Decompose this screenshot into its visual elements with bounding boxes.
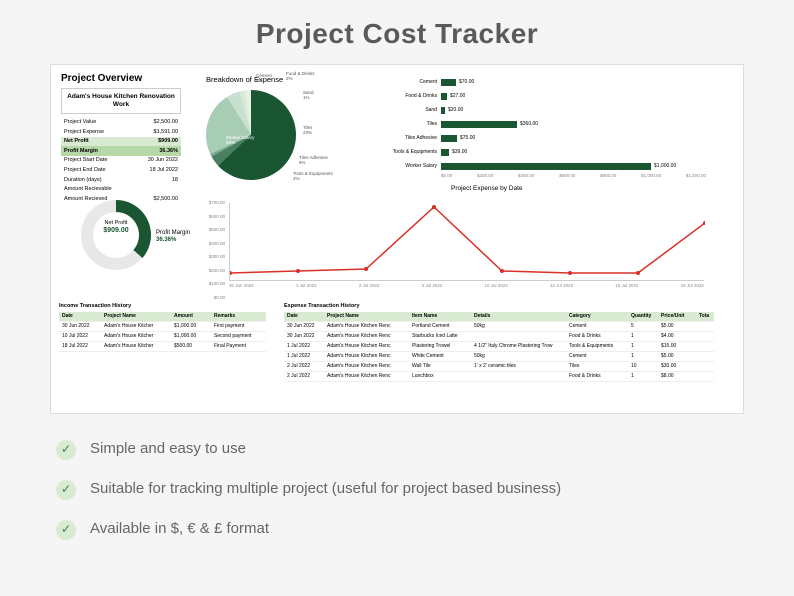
bar-row: Tools & Equipments$39.00 [381,145,711,159]
pie-label: Sand1% [303,90,314,101]
check-icon: ✓ [56,520,76,540]
table-row: 30 Jun 2022Adam's House Kitcher$1,000.00… [59,322,266,332]
feature-item: ✓Suitable for tracking multiple project … [56,478,744,500]
table-row: 1 Jul 2022Adam's House Kitchen RencPlast… [284,342,714,352]
pie-label: Worker Salary63% [226,135,254,146]
income-table: Income Transaction History DateProject N… [59,303,266,382]
bar-row: Tiles Adhesive$75.00 [381,131,711,145]
profit-margin-label: Profit Margin36.36% [156,230,190,244]
table-header: DateProject NameAmountRemarks [59,312,266,322]
feature-list: ✓Simple and easy to use ✓Suitable for tra… [50,438,744,540]
table-row: 2 Jul 2022Adam's House Kitchen RencLunch… [284,372,714,382]
y-axis: $700.00$600.00$500.00$400.00$300.00$200.… [201,200,225,308]
bar-row: Worker Salary$1,000.00 [381,159,711,173]
stat-row: Project Start Date30 Jun 2022 [61,156,181,166]
stats-table: Project Value$2,500.00Project Expense$1,… [61,118,181,204]
bar-row: Cement$70.00 [381,75,711,89]
line-chart-title: Project Expense by Date [451,185,523,193]
check-icon: ✓ [56,440,76,460]
pie-label: Tiles23% [303,125,312,136]
bar-row: Sand$20.00 [381,103,711,117]
feature-item: ✓Available in $, € & £ format [56,518,744,540]
bar-chart: Cement$70.00Food & Drinks$27.00Sand$20.0… [381,75,711,178]
table-row: 18 Jul 2022Adam's House Kitcher$500.00Fi… [59,342,266,352]
donut-text: Net Profit$909.00 [81,220,151,235]
expense-title: Expense Transaction History [284,303,714,310]
income-title: Income Transaction History [59,303,266,310]
pie-label: Tiles Adhesive5% [299,155,328,166]
line-chart: $700.00$600.00$500.00$400.00$300.00$200.… [201,200,711,295]
pie-label: Tools & Equipments2% [293,171,333,182]
stat-row: Project Value$2,500.00 [61,118,181,128]
table-row: 1 Jul 2022Adam's House Kitchen RencWhite… [284,352,714,362]
bar-row: Tiles$360.00 [381,117,711,131]
stat-row: Project End Date18 Jul 2022 [61,166,181,176]
stat-row: Net Profit$909.00 [61,137,181,147]
pie-label: Cement4% [256,73,272,84]
check-icon: ✓ [56,480,76,500]
project-name: Adam's House Kitchen Renovation Work [61,88,181,114]
dashboard-card: Project Overview Adam's House Kitchen Re… [50,64,744,414]
bar-row: Food & Drinks$27.00 [381,89,711,103]
pie-label: Food & Drinks2% [286,71,315,82]
donut-chart: Net Profit$909.00 [81,200,151,270]
bar-axis: $0.00$200.00$400.00$600.00$800.00$1,000.… [441,173,706,178]
table-row: 2 Jul 2022Adam's House Kitchen RencWall … [284,362,714,372]
stat-row: Amount Recievable [61,185,181,195]
page-title: Project Cost Tracker [50,18,744,50]
feature-item: ✓Simple and easy to use [56,438,744,460]
stat-row: Duration (days)18 [61,175,181,185]
expense-table: Expense Transaction History DateProject … [284,303,714,382]
stat-row: Project Expense$1,591.00 [61,127,181,137]
plot-area [229,203,704,281]
x-axis: 30 Jun 20221 Jul 20222 Jul 20223 Jul 202… [229,283,704,288]
table-row: 30 Jun 2022Adam's House Kitchen RencStar… [284,332,714,342]
stat-row: Profit Margin36.36% [61,146,181,156]
table-header: DateProject NameItem NameDetailsCategory… [284,312,714,322]
table-row: 30 Jun 2022Adam's House Kitchen RencPort… [284,322,714,332]
table-row: 10 Jul 2022Adam's House Kitcher$1,000.00… [59,332,266,342]
